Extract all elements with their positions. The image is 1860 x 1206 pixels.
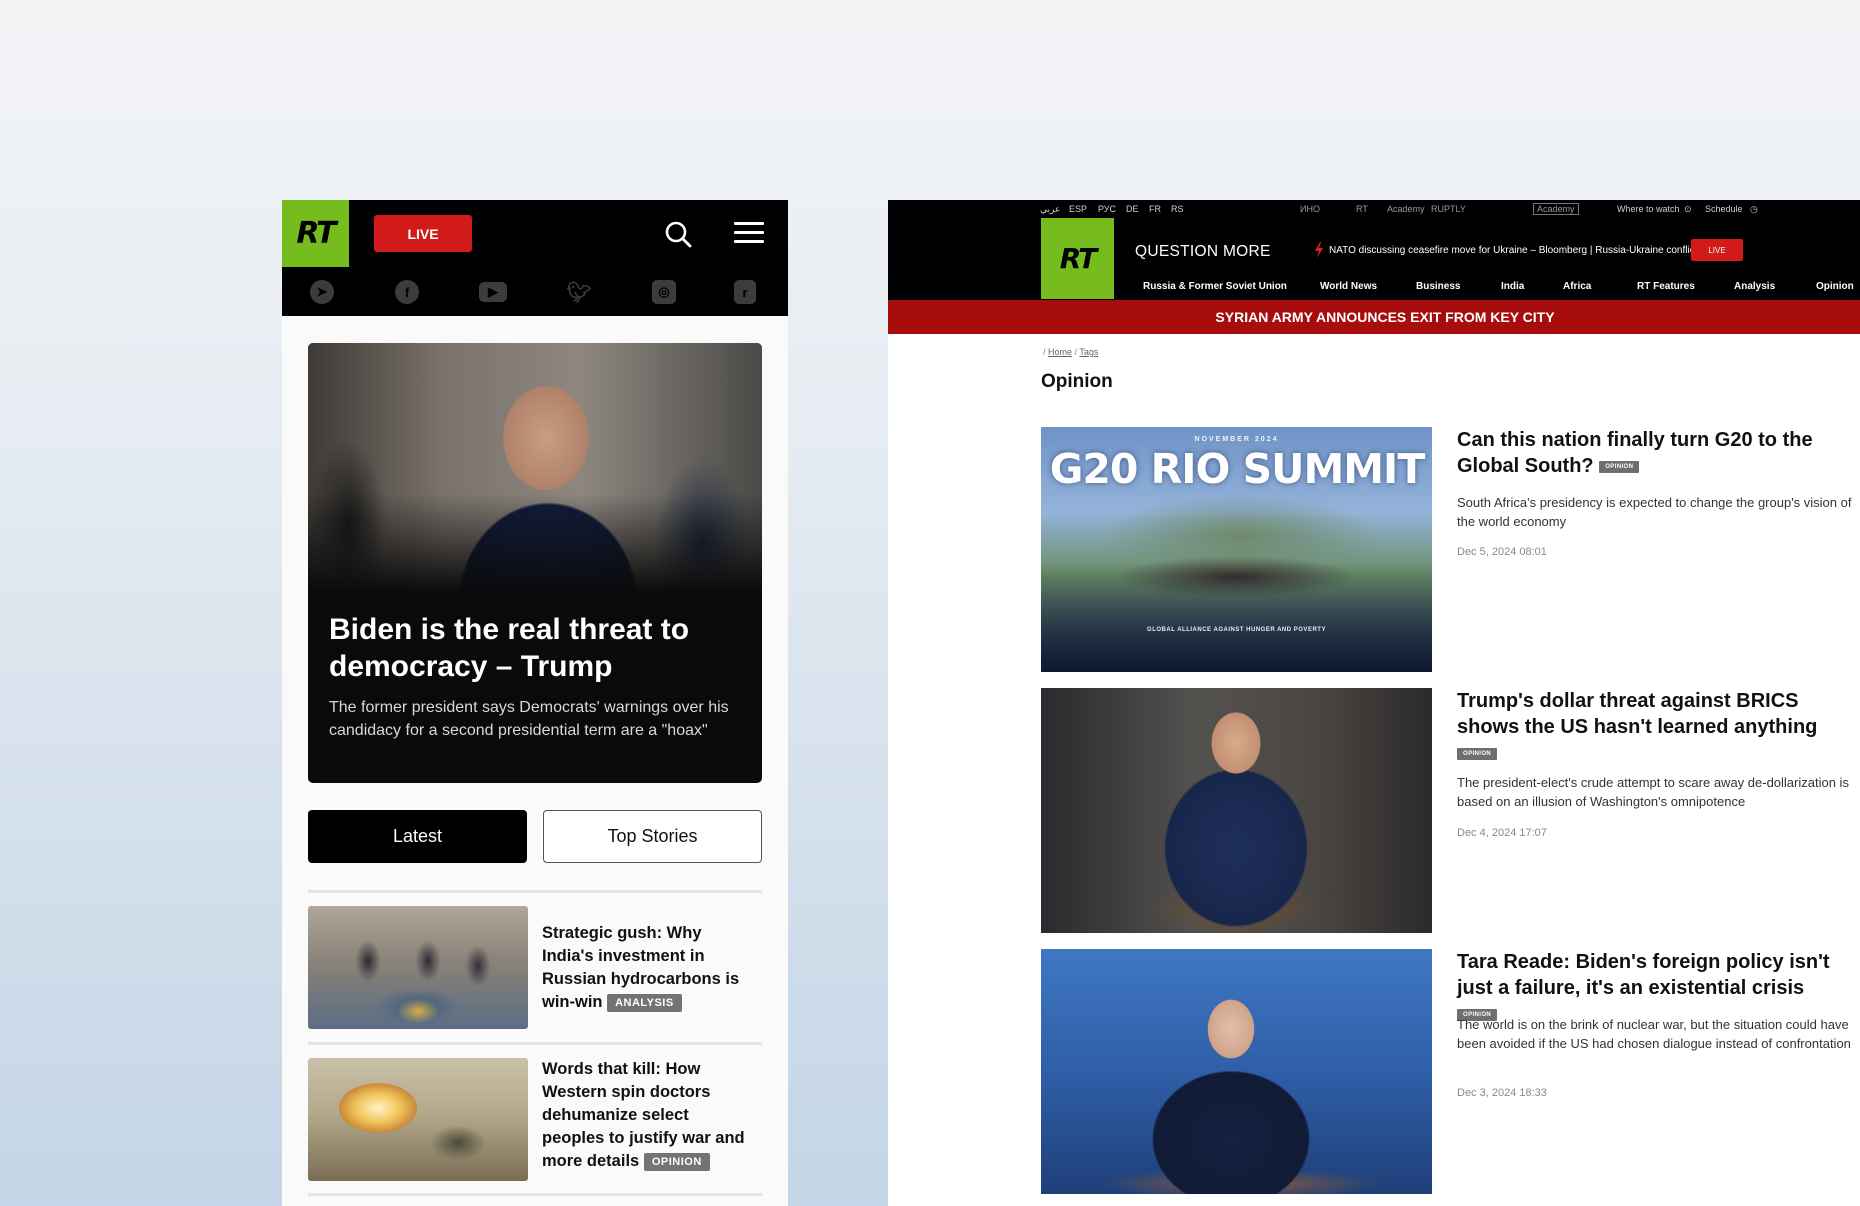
desktop-header: RT QUESTION MORE NATO discussing ceasefi… bbox=[888, 218, 1860, 300]
article-description: The president-elect's crude attempt to s… bbox=[1457, 775, 1849, 809]
article-image[interactable] bbox=[1041, 949, 1432, 1194]
breadcrumb-tags[interactable]: Tags bbox=[1079, 347, 1098, 357]
image-caption: NOVEMBER 2024 bbox=[1194, 436, 1279, 443]
schedule-link[interactable]: Schedule bbox=[1705, 204, 1743, 214]
nav-analysis[interactable]: Analysis bbox=[1734, 281, 1775, 292]
mobile-view: RT LIVE ➤ f ▶ 🐦︎ ◎ r Biden is the real t… bbox=[282, 200, 788, 1206]
where-to-watch-link[interactable]: Where to watch bbox=[1617, 204, 1680, 214]
mobile-header: RT LIVE ➤ f ▶ 🐦︎ ◎ r bbox=[282, 200, 788, 316]
nav-russia[interactable]: Russia & Former Soviet Union bbox=[1143, 281, 1287, 292]
opinion-badge: OPINION bbox=[643, 1152, 710, 1171]
tagline: QUESTION MORE bbox=[1135, 243, 1271, 260]
live-button[interactable]: LIVE bbox=[374, 215, 472, 252]
article-image[interactable] bbox=[1041, 688, 1432, 933]
desktop-view: عربي ESP РУС DE FR RS ИНО RT Academy RUP… bbox=[888, 200, 1860, 1206]
breaking-news-bar[interactable]: SYRIAN ARMY ANNOUNCES EXIT FROM KEY CITY bbox=[888, 300, 1860, 334]
article-date: Dec 4, 2024 17:07 bbox=[1457, 827, 1547, 839]
article-date: Dec 3, 2024 18:33 bbox=[1457, 1087, 1547, 1099]
article-title[interactable]: Trump's dollar threat against BRICS show… bbox=[1457, 688, 1847, 766]
image-headline: G20 RIO SUMMIT bbox=[1049, 445, 1426, 493]
lang-fr[interactable]: FR bbox=[1149, 204, 1161, 214]
breadcrumb: / Home / Tags bbox=[1043, 347, 1099, 357]
opinion-badge: OPINION bbox=[1457, 747, 1498, 760]
social-links: ➤ f ▶ 🐦︎ ◎ r bbox=[282, 270, 788, 316]
page-title: Opinion bbox=[1041, 371, 1113, 392]
opinion-badge: OPINION bbox=[1599, 460, 1640, 473]
image-banner: GLOBAL ALLIANCE AGAINST HUNGER AND POVER… bbox=[1147, 627, 1326, 633]
list-item-title[interactable]: Words that kill: How Western spin doctor… bbox=[542, 1058, 754, 1173]
list-item-image[interactable] bbox=[308, 1058, 528, 1181]
nav-rt-features[interactable]: RT Features bbox=[1637, 281, 1695, 292]
divider bbox=[308, 890, 762, 893]
divider bbox=[308, 1193, 762, 1196]
brand-ino[interactable]: ИНО bbox=[1300, 204, 1320, 214]
article-image[interactable]: NOVEMBER 2024 G20 RIO SUMMIT GLOBAL ALLI… bbox=[1041, 427, 1432, 672]
live-button[interactable]: LIVE bbox=[1691, 239, 1743, 261]
list-item-title[interactable]: Strategic gush: Why India's investment i… bbox=[542, 922, 754, 1014]
hero-image bbox=[308, 343, 762, 593]
nav-world-news[interactable]: World News bbox=[1320, 281, 1377, 292]
rumble-icon[interactable]: r bbox=[734, 280, 756, 304]
lang-rus[interactable]: РУС bbox=[1098, 204, 1116, 214]
instagram-icon[interactable]: ◎ bbox=[652, 280, 676, 304]
play-icon[interactable]: ⊙ bbox=[1684, 204, 1692, 215]
brand-ruptly[interactable]: Academy bbox=[1387, 204, 1425, 214]
rt-logo[interactable]: RT bbox=[1041, 218, 1114, 299]
rt-logo[interactable]: RT bbox=[282, 200, 349, 267]
analysis-badge: ANALYSIS bbox=[607, 993, 682, 1012]
search-icon[interactable] bbox=[663, 219, 693, 249]
nav-india[interactable]: India bbox=[1501, 281, 1524, 292]
nav-business[interactable]: Business bbox=[1416, 281, 1460, 292]
tab-top-stories[interactable]: Top Stories bbox=[543, 810, 762, 863]
twitter-icon[interactable]: 🐦︎ bbox=[566, 280, 591, 304]
top-strip: عربي ESP РУС DE FR RS ИНО RT Academy RUP… bbox=[888, 200, 1860, 218]
nav-opinion[interactable]: Opinion bbox=[1816, 281, 1854, 292]
facebook-icon[interactable]: f bbox=[395, 280, 419, 304]
article-title[interactable]: Can this nation finally turn G20 to the … bbox=[1457, 427, 1847, 479]
article-description: South Africa's presidency is expected to… bbox=[1457, 495, 1852, 529]
hero-description: The former president says Democrats' war… bbox=[329, 699, 729, 739]
hero-card[interactable]: Biden is the real threat to democracy – … bbox=[308, 343, 762, 783]
lightning-icon bbox=[1315, 242, 1323, 258]
lang-esp[interactable]: ESP bbox=[1069, 204, 1087, 214]
nav-africa[interactable]: Africa bbox=[1563, 281, 1591, 292]
lang-arabic[interactable]: عربي bbox=[1040, 204, 1060, 215]
brand-ruptly[interactable]: RUPTLY bbox=[1431, 204, 1466, 214]
brand-rt[interactable]: RT bbox=[1356, 204, 1368, 214]
hamburger-menu-icon[interactable] bbox=[734, 222, 764, 244]
news-ticker[interactable]: NATO discussing ceasefire move for Ukrai… bbox=[1329, 245, 1697, 256]
list-item-image[interactable] bbox=[308, 906, 528, 1029]
telegram-icon[interactable]: ➤ bbox=[310, 280, 334, 304]
youtube-icon[interactable]: ▶ bbox=[479, 282, 507, 302]
clock-icon: ◷ bbox=[1750, 204, 1758, 214]
tab-latest[interactable]: Latest bbox=[308, 810, 527, 863]
article-description: The world is on the brink of nuclear war… bbox=[1457, 1017, 1851, 1051]
breadcrumb-home[interactable]: Home bbox=[1048, 347, 1072, 357]
hero-title[interactable]: Biden is the real threat to democracy – … bbox=[329, 611, 749, 685]
divider bbox=[308, 1042, 762, 1045]
brand-academy[interactable]: Academy bbox=[1533, 203, 1579, 215]
lang-rs[interactable]: RS bbox=[1171, 204, 1184, 214]
lang-de[interactable]: DE bbox=[1126, 204, 1139, 214]
article-date: Dec 5, 2024 08:01 bbox=[1457, 546, 1547, 558]
